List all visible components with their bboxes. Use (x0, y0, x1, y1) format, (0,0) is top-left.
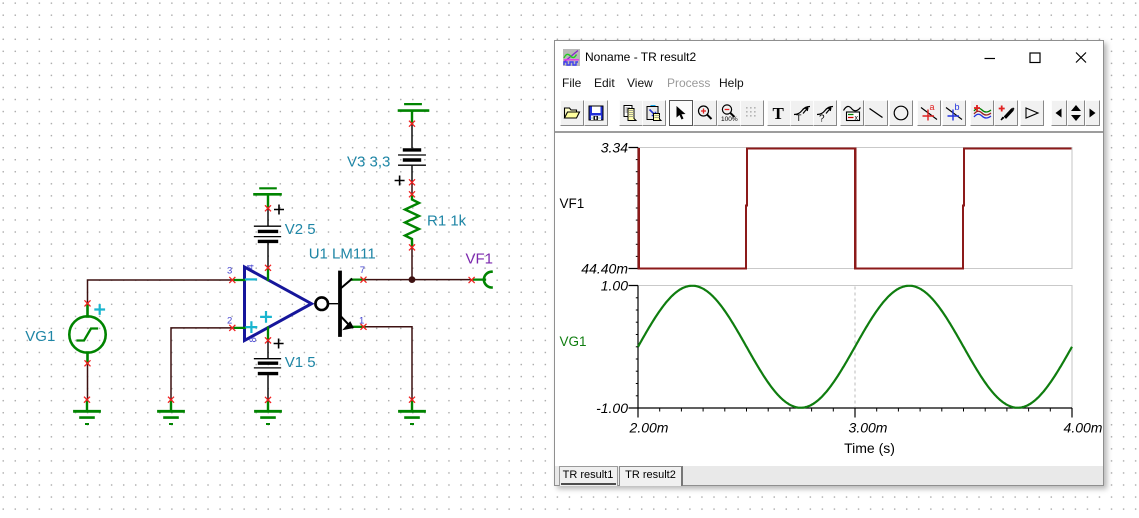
svg-text:3: 3 (227, 266, 232, 277)
svg-text:3.34: 3.34 (601, 140, 628, 156)
svg-text:8: 8 (248, 337, 259, 342)
svg-text:V3 3,3: V3 3,3 (347, 154, 390, 171)
svg-text:4: 4 (246, 264, 257, 269)
svg-text:1.00: 1.00 (601, 278, 628, 294)
svg-text:V1 5: V1 5 (285, 354, 316, 371)
svg-text:VF1: VF1 (466, 251, 494, 268)
svg-text:44.40m: 44.40m (581, 261, 628, 277)
svg-text:3.00m: 3.00m (849, 419, 888, 435)
svg-text:VG1: VG1 (560, 334, 587, 349)
svg-text:4.00m: 4.00m (1064, 419, 1103, 435)
svg-text:U1 LM111: U1 LM111 (309, 245, 376, 262)
svg-text:2.00m: 2.00m (629, 419, 669, 435)
svg-text:Time (s): Time (s) (844, 440, 895, 456)
svg-text:V2 5: V2 5 (285, 221, 316, 238)
svg-text:1: 1 (359, 315, 364, 326)
svg-text:VG1: VG1 (25, 328, 55, 345)
svg-text:VF1: VF1 (560, 196, 585, 211)
svg-text:2: 2 (227, 315, 232, 326)
svg-text:R1 1k: R1 1k (427, 213, 467, 230)
svg-text:-1.00: -1.00 (596, 400, 628, 416)
svg-text:7: 7 (360, 265, 365, 276)
